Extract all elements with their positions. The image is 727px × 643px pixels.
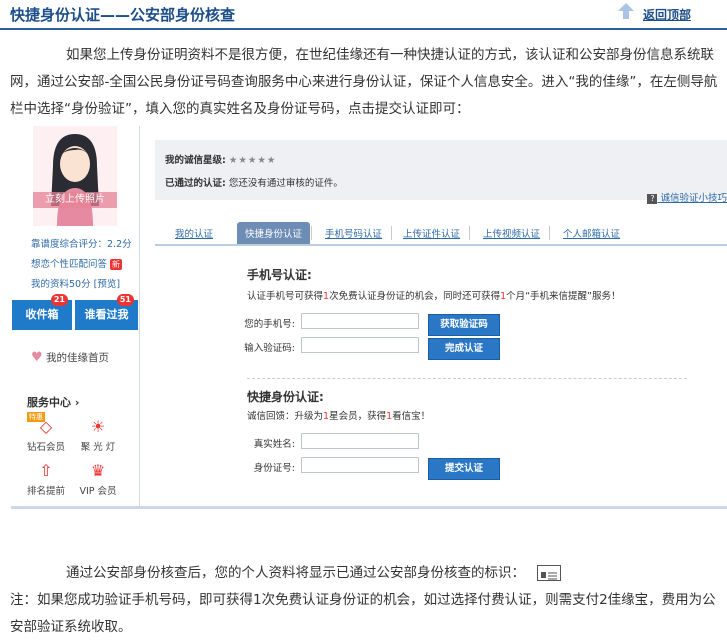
diamond-member-label: 钻石会员 xyxy=(26,442,65,453)
inbox-button[interactable]: 收件箱 21 xyxy=(12,294,72,330)
credit-tip-link[interactable]: ? 诚信验证小技巧 xyxy=(647,190,727,204)
verify-code-label: 输入验证码: xyxy=(244,343,295,354)
visitors-label: 谁看过我 xyxy=(84,308,129,321)
match-quiz-label: 想恋个性匹配问答 xyxy=(31,259,108,270)
note-text: 注：如果您成功验证手机号码，即可获得1次免费认证身份证的机会，如过选择付费认证，… xyxy=(10,592,716,635)
credit-tip-label: 诚信验证小技巧 xyxy=(660,193,727,204)
visitors-count: 51 xyxy=(116,294,134,306)
service-center-title[interactable]: 服务中心 › xyxy=(27,394,79,410)
chevron-right-icon: › xyxy=(74,396,80,409)
phone-desc-part: 次免费认证身份证的机会，同时还可获得 xyxy=(329,291,501,302)
crown-icon: ♛ xyxy=(90,461,106,480)
submit-verification-button[interactable]: 提交认证 xyxy=(428,458,500,480)
rank-up-label: 排名提前 xyxy=(26,486,65,497)
tab-divider xyxy=(549,226,550,240)
verification-tabs: 我的认证 快捷身份认证 手机号码认证 上传证件认证 上传视频认证 个人邮箱认证 xyxy=(155,222,727,246)
id-verified-icon xyxy=(537,565,562,581)
phone-desc-part: 个月“手机来信提醒”服务！ xyxy=(506,291,621,302)
upload-photo-button[interactable]: 立刻上传照片 xyxy=(33,192,117,208)
verified-value: 您还没有通过审核的证件。 xyxy=(228,178,343,189)
real-name-label: 真实姓名: xyxy=(253,439,295,450)
verify-code-input[interactable] xyxy=(301,337,419,353)
tab-quick-id[interactable]: 快捷身份认证 xyxy=(237,222,311,244)
id-number-label: 身份证号: xyxy=(253,463,295,474)
score-link[interactable]: 靠谱度综合评分：2.2分 xyxy=(31,236,132,250)
section-header: 快捷身份认证——公安部身份核查 返回顶部 xyxy=(0,0,727,30)
my-home-link[interactable]: ♥ 我的佳缘首页 xyxy=(31,350,109,365)
heart-icon: ♥ xyxy=(31,350,43,365)
tab-upload-id[interactable]: 上传证件认证 xyxy=(403,226,460,240)
id-number-input[interactable] xyxy=(301,457,419,473)
quick-id-desc-part: 看信宝！ xyxy=(392,411,431,422)
vip-member-link[interactable]: ♛ VIP 会员 xyxy=(73,461,123,498)
tab-email[interactable]: 个人邮箱认证 xyxy=(563,226,620,240)
special-offer-badge: 特惠 xyxy=(27,412,45,422)
spotlight-label: 聚 光 灯 xyxy=(80,442,116,453)
embedded-screenshot: 立刻上传照片 靠谱度综合评分：2.2分 想恋个性匹配问答 新 我的资料50分 [… xyxy=(11,126,727,509)
verified-row: 已通过的认证: 您还没有通过审核的证件。 xyxy=(165,175,343,189)
phone-desc-part: 认证手机号可获得 xyxy=(247,291,324,302)
phone-number-input[interactable] xyxy=(301,313,419,329)
finish-verification-button[interactable]: 完成认证 xyxy=(428,338,500,360)
new-badge: 新 xyxy=(110,259,123,270)
spotlight-link[interactable]: ☀ 聚 光 灯 xyxy=(73,417,123,454)
real-name-input[interactable] xyxy=(301,433,419,449)
inbox-label: 收件箱 xyxy=(25,308,59,321)
phone-number-label: 您的手机号: xyxy=(244,319,295,330)
credit-rating-label: 我的诚信星级: xyxy=(165,155,226,166)
left-sidebar: 立刻上传照片 靠谱度综合评分：2.2分 想恋个性匹配问答 新 我的资料50分 [… xyxy=(11,126,140,506)
get-code-button[interactable]: 获取验证码 xyxy=(428,314,500,336)
visitors-button[interactable]: 谁看过我 51 xyxy=(75,294,138,330)
credit-stars: ★★★★★ xyxy=(228,155,277,166)
verified-label: 已通过的认证: xyxy=(165,178,226,189)
avatar[interactable]: 立刻上传照片 xyxy=(33,126,117,226)
service-center-label: 服务中心 xyxy=(27,396,71,409)
tab-upload-video[interactable]: 上传视频认证 xyxy=(483,226,540,240)
section-divider xyxy=(247,378,687,379)
credit-box: 我的诚信星级: ★★★★★ 已通过的认证: 您还没有通过审核的证件。 ? 诚信验… xyxy=(155,140,727,204)
quick-id-section-title: 快捷身份认证: xyxy=(247,390,324,404)
after-check-line: 通过公安部身份核查后，您的个人资料将显示已通过公安部身份核查的标识： xyxy=(10,560,725,587)
vip-member-label: VIP 会员 xyxy=(79,486,117,497)
tab-divider xyxy=(391,226,392,240)
tab-divider xyxy=(469,226,470,240)
quick-id-desc-part: 诚信回馈：升级为 xyxy=(247,411,324,422)
phone-section-title: 手机号认证: xyxy=(247,268,312,282)
diamond-member-link[interactable]: ◇ 钻石会员 xyxy=(21,418,71,454)
spotlight-icon: ☀ xyxy=(90,417,106,436)
main-panel: 我的诚信星级: ★★★★★ 已通过的认证: 您还没有通过审核的证件。 ? 诚信验… xyxy=(155,126,727,506)
section-title: 快捷身份认证——公安部身份核查 xyxy=(10,6,236,24)
intro-paragraph: 如果您上传身份证明资料不是很方便，在世纪佳缘还有一种快捷认证的方式，该认证和公安… xyxy=(10,47,718,117)
inbox-count: 21 xyxy=(50,294,68,306)
profile-link[interactable]: 我的资料50分 [预览] xyxy=(31,276,120,290)
quick-id-desc-part: 星会员，获得 xyxy=(329,411,387,422)
avatar-illustration xyxy=(33,126,117,226)
tab-my-verification[interactable]: 我的认证 xyxy=(175,226,213,240)
back-to-top-link[interactable]: 返回顶部 xyxy=(643,6,691,23)
quick-id-section-desc: 诚信回馈：升级为1星会员，获得1看信宝！ xyxy=(247,408,430,422)
tab-phone[interactable]: 手机号码认证 xyxy=(325,226,382,240)
tab-divider xyxy=(311,226,312,240)
credit-rating-row: 我的诚信星级: ★★★★★ xyxy=(165,152,276,166)
up-arrow-icon[interactable] xyxy=(617,2,635,20)
after-check-text: 通过公安部身份核查后，您的个人资料将显示已通过公安部身份核查的标识： xyxy=(66,565,525,581)
rank-up-link[interactable]: ⇧ 排名提前 xyxy=(21,461,71,498)
match-quiz-link[interactable]: 想恋个性匹配问答 新 xyxy=(31,256,123,270)
phone-section-desc: 认证手机号可获得1次免费认证身份证的机会，同时还可获得1个月“手机来信提醒”服务… xyxy=(247,288,620,302)
my-home-label: 我的佳缘首页 xyxy=(46,352,109,364)
help-icon: ? xyxy=(647,194,658,204)
closing-paragraph: 通过公安部身份核查后，您的个人资料将显示已通过公安部身份核查的标识： 注：如果您… xyxy=(10,560,725,641)
rank-up-icon: ⇧ xyxy=(39,461,53,480)
